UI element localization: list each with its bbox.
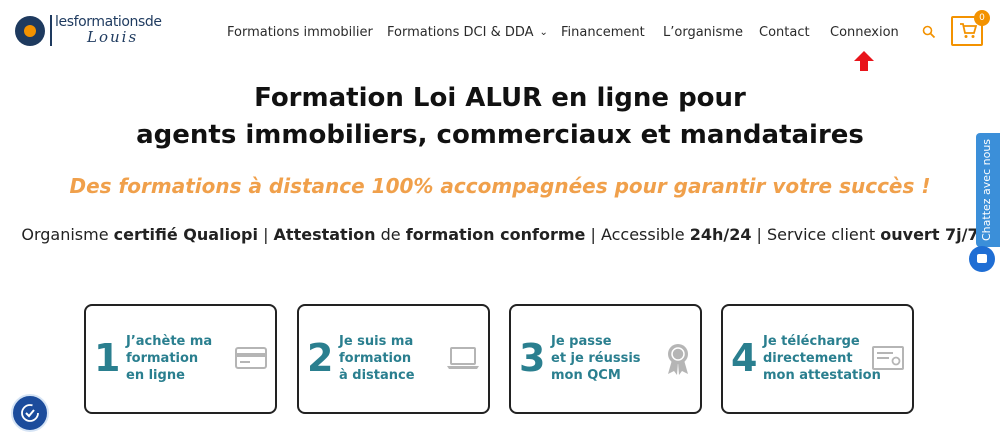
step-text: J’achète ma formation en ligne [126,333,236,384]
chat-bubble-icon[interactable] [969,246,995,272]
step-card-1: 1 J’achète ma formation en ligne [84,304,277,414]
step-line: formation [339,351,412,366]
badge-separator: | Service client [751,225,881,244]
credit-card-icon [235,346,267,374]
nav-label: Formations immobilier [227,25,373,40]
step-line: Je suis ma [339,334,414,349]
badge-attestation: Attestation [273,225,376,244]
step-line: en ligne [126,368,185,383]
hero-subtitle: Des formations à distance 100% accompagn… [69,174,931,198]
step-line: J’achète ma [126,334,213,349]
chat-side-tab[interactable]: Chattez avec nous [976,133,1000,247]
search-icon[interactable] [922,24,936,39]
step-card-2: 2 Je suis ma formation à distance [297,304,490,414]
step-line: Je télécharge [763,334,860,349]
step-text: Je passe et je réussis mon QCM [551,333,661,384]
nav-label: Financement [561,25,645,40]
step-text: Je télécharge directement mon attestatio… [763,333,883,384]
badge-text: de [375,225,406,244]
logo-mark-icon [15,16,45,46]
badge-formation-conforme: formation conforme [405,225,586,244]
nav-item-formations-dci-dda[interactable]: Formations DCI & DDA ⌄ [387,25,548,43]
nav-item-formations-immobilier[interactable]: Formations immobilier [227,25,373,43]
step-line: mon QCM [551,368,621,383]
badge-separator: | Accessible [585,225,690,244]
chat-tab-label: Chattez avec nous [980,138,993,241]
step-line: et je réussis [551,351,641,366]
nav-label: Formations DCI & DDA [387,25,534,40]
red-arrow-up-icon [853,50,875,76]
step-number: 4 [731,336,758,380]
nav-label: Connexion [830,25,899,40]
hero-title-line1: Formation Loi ALUR en ligne pour [254,83,746,113]
nav-label: L’organisme [663,25,743,40]
step-line: directement [763,351,853,366]
step-card-4: 4 Je télécharge directement mon attestat… [721,304,914,414]
nav-label: Contact [759,25,810,40]
nav-item-organisme[interactable]: L’organisme [663,25,743,43]
step-number: 2 [307,336,334,380]
cart-count-badge: 0 [974,10,990,26]
award-ribbon-icon [664,342,692,380]
cart-button[interactable]: 0 [951,10,990,46]
logo-text-bottom: Louis [87,28,139,46]
step-line: formation [126,351,199,366]
nav-item-contact[interactable]: Contact [759,25,810,43]
laptop-icon [446,346,480,374]
badge-qualiopi: certifié Qualiopi [113,225,258,244]
step-number: 3 [519,336,546,380]
badge-7j7: ouvert 7j/7 [880,225,979,244]
step-line: à distance [339,368,415,383]
chevron-down-icon: ⌄ [539,27,548,38]
hero-title-line2: agents immobiliers, commerciaux et manda… [136,120,864,150]
nav-item-financement[interactable]: Financement [561,25,645,43]
badge-24h: 24h/24 [689,225,752,244]
cart-icon [960,23,977,38]
step-card-3: 3 Je passe et je réussis mon QCM [509,304,702,414]
step-line: mon attestation [763,368,881,383]
certificate-icon [872,346,904,374]
step-text: Je suis ma formation à distance [339,333,449,384]
badge-separator: | [257,225,274,244]
badge-text: Organisme [21,225,114,244]
site-logo[interactable]: lesformationsde Louis [15,14,165,48]
accessibility-icon[interactable] [11,394,49,432]
trust-badges-line: Organisme certifié Qualiopi | Attestatio… [0,225,1000,244]
step-line: Je passe [551,334,612,349]
nav-item-connexion[interactable]: Connexion [830,25,899,43]
logo-divider [50,15,52,46]
step-number: 1 [94,336,121,380]
